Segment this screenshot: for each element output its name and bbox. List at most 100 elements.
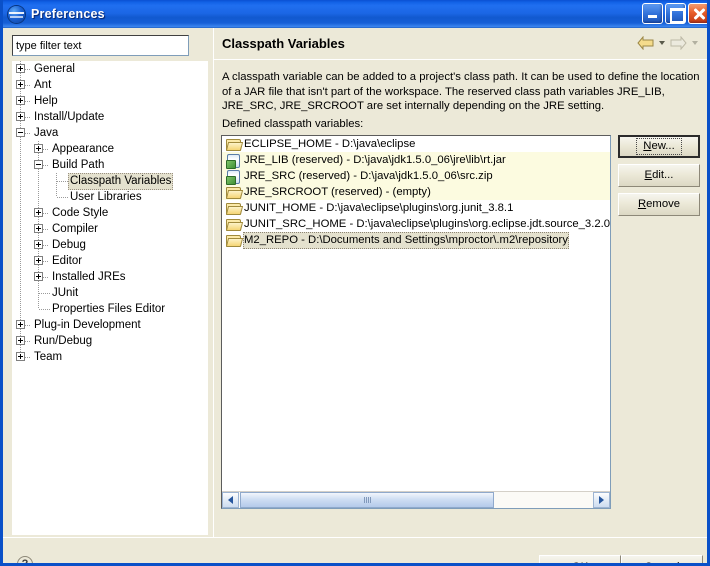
- tree-collapse-icon[interactable]: [16, 128, 25, 137]
- tree-expand-icon[interactable]: [16, 336, 25, 345]
- tree-expand-icon[interactable]: [16, 80, 25, 89]
- tree-guide-line: [56, 189, 57, 197]
- tree-item-help[interactable]: Help: [12, 93, 208, 109]
- tree-item-build-path[interactable]: Build Path: [12, 157, 208, 173]
- tree-item-debug[interactable]: Debug: [12, 237, 208, 253]
- tree-expand-icon[interactable]: [34, 224, 43, 233]
- tree-item-installed-jres[interactable]: Installed JREs: [12, 269, 208, 285]
- tree-guide-line: [38, 301, 39, 309]
- tree-item-properties-files-editor[interactable]: Properties Files Editor: [12, 301, 208, 317]
- list-label: Defined classpath variables:: [222, 118, 363, 130]
- tree-item-junit[interactable]: JUnit: [12, 285, 208, 301]
- tree-item-label: Editor: [50, 254, 84, 269]
- list-rows-container: ECLIPSE_HOME - D:\java\eclipseJRE_LIB (r…: [222, 136, 610, 491]
- tree-expand-icon[interactable]: [34, 272, 43, 281]
- scroll-right-icon[interactable]: [593, 492, 610, 508]
- filter-input[interactable]: [12, 35, 189, 56]
- tree-expand-icon[interactable]: [34, 240, 43, 249]
- classpath-variable-row[interactable]: JUNIT_HOME - D:\java\eclipse\plugins\org…: [222, 200, 610, 216]
- eclipse-globe-icon: [8, 6, 25, 23]
- tree-expand-icon[interactable]: [34, 256, 43, 265]
- jar-icon: [225, 153, 241, 167]
- tree-item-user-libraries[interactable]: User Libraries: [12, 189, 208, 205]
- page-description: A classpath variable can be added to a p…: [222, 70, 702, 114]
- preferences-tree[interactable]: GeneralAntHelpInstall/UpdateJavaAppearan…: [12, 61, 208, 535]
- new-button[interactable]: New...: [618, 135, 700, 158]
- tree-guide-line: [57, 197, 68, 198]
- tree-expand-icon[interactable]: [16, 112, 25, 121]
- classpath-variable-label: JRE_SRC (reserved) - D:\java\jdk1.5.0_06…: [243, 169, 494, 184]
- scrollbar-grip: [364, 497, 371, 503]
- tree-guide-line: [20, 301, 21, 317]
- classpath-variables-list[interactable]: ECLIPSE_HOME - D:\java\eclipseJRE_LIB (r…: [221, 135, 611, 509]
- classpath-variable-row[interactable]: JRE_LIB (reserved) - D:\java\jdk1.5.0_06…: [222, 152, 610, 168]
- maximize-button[interactable]: [665, 3, 686, 24]
- classpath-variable-row[interactable]: JRE_SRC (reserved) - D:\java\jdk1.5.0_06…: [222, 168, 610, 184]
- scroll-left-icon[interactable]: [222, 492, 239, 508]
- tree-item-run-debug[interactable]: Run/Debug: [12, 333, 208, 349]
- tree-item-team[interactable]: Team: [12, 349, 208, 365]
- tree-item-install-update[interactable]: Install/Update: [12, 109, 208, 125]
- horizontal-scrollbar[interactable]: [222, 491, 610, 508]
- tree-item-label: Help: [32, 94, 60, 109]
- scrollbar-thumb[interactable]: [240, 492, 494, 508]
- tree-guide-line: [20, 237, 21, 253]
- tree-guide-line: [38, 173, 39, 189]
- tree-item-label: Classpath Variables: [68, 173, 173, 190]
- tree-item-classpath-variables[interactable]: Classpath Variables: [12, 173, 208, 189]
- tree-guide-line: [39, 293, 50, 294]
- edit-button[interactable]: Edit...: [618, 164, 700, 187]
- close-button[interactable]: [688, 3, 709, 24]
- cancel-button[interactable]: Cancel: [621, 555, 703, 566]
- tree-item-java[interactable]: Java: [12, 125, 208, 141]
- tree-guide-line: [20, 221, 21, 237]
- tree-item-editor[interactable]: Editor: [12, 253, 208, 269]
- classpath-variable-label: M2_REPO - D:\Documents and Settings\mpro…: [243, 232, 569, 249]
- tree-item-label: Code Style: [50, 206, 110, 221]
- forward-arrow-icon: [670, 36, 687, 50]
- tree-item-compiler[interactable]: Compiler: [12, 221, 208, 237]
- tree-item-label: Install/Update: [32, 110, 106, 125]
- minimize-button[interactable]: [642, 3, 663, 24]
- tree-guide-line: [20, 285, 21, 301]
- window-controls: [642, 3, 709, 24]
- tree-guide-line: [20, 189, 21, 205]
- tree-item-label: General: [32, 62, 77, 77]
- tree-item-plug-in-development[interactable]: Plug-in Development: [12, 317, 208, 333]
- tree-item-general[interactable]: General: [12, 61, 208, 77]
- tree-guide-line: [20, 173, 21, 189]
- tree-expand-icon[interactable]: [34, 208, 43, 217]
- tree-item-label: Ant: [32, 78, 53, 93]
- classpath-variable-row[interactable]: M2_REPO - D:\Documents and Settings\mpro…: [222, 232, 610, 248]
- tree-item-appearance[interactable]: Appearance: [12, 141, 208, 157]
- folder-icon: [225, 185, 241, 199]
- ok-button[interactable]: OK: [539, 555, 621, 566]
- help-icon[interactable]: ?: [17, 556, 33, 566]
- tree-expand-icon[interactable]: [16, 352, 25, 361]
- scrollbar-track[interactable]: [239, 492, 593, 508]
- classpath-variable-row[interactable]: ECLIPSE_HOME - D:\java\eclipse: [222, 136, 610, 152]
- remove-button[interactable]: Remove: [618, 193, 700, 216]
- tree-item-code-style[interactable]: Code Style: [12, 205, 208, 221]
- tree-expand-icon[interactable]: [16, 320, 25, 329]
- tree-guide-line: [20, 157, 21, 173]
- tree-expand-icon[interactable]: [16, 64, 25, 73]
- tree-item-ant[interactable]: Ant: [12, 77, 208, 93]
- footer-separator: [3, 537, 707, 538]
- back-button[interactable]: [637, 36, 654, 50]
- tree-expand-icon[interactable]: [16, 96, 25, 105]
- tree-item-label: Compiler: [50, 222, 100, 237]
- tree-item-label: Build Path: [50, 158, 106, 173]
- button-label: Remove: [638, 198, 680, 211]
- back-dropdown-chevron-down-icon[interactable]: [659, 41, 665, 45]
- classpath-variable-row[interactable]: JRE_SRCROOT (reserved) - (empty): [222, 184, 610, 200]
- dialog-body: GeneralAntHelpInstall/UpdateJavaAppearan…: [3, 28, 707, 560]
- tree-collapse-icon[interactable]: [34, 160, 43, 169]
- tree-item-label: Plug-in Development: [32, 318, 143, 333]
- tree-guide-line: [38, 189, 39, 205]
- tree-expand-icon[interactable]: [34, 144, 43, 153]
- classpath-variable-row[interactable]: JUNIT_SRC_HOME - D:\java\eclipse\plugins…: [222, 216, 610, 232]
- page-title: Classpath Variables: [222, 36, 345, 51]
- button-label: New...: [636, 138, 681, 155]
- preferences-dialog: Preferences GeneralAntHelpInstall/Update…: [0, 0, 710, 566]
